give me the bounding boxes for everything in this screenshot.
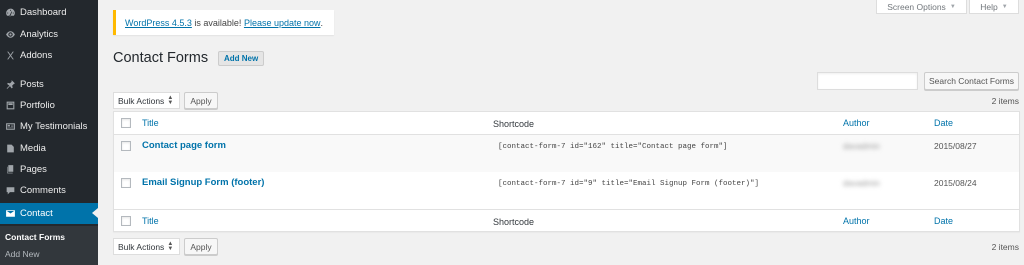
column-author[interactable]: Author — [843, 118, 870, 128]
select-arrows-icon: ▲ ▼ — [167, 94, 174, 106]
bulk-actions-value: Bulk Actions — [118, 95, 165, 106]
menu-label: Analytics — [20, 29, 59, 40]
menu-label: My Testimonials — [20, 121, 88, 132]
item-count-bottom: 2 items — [991, 242, 1019, 252]
table-header-row: Title Shortcode Author Date — [114, 112, 1019, 135]
notice-text: is available! — [194, 17, 242, 28]
row-checkbox[interactable] — [121, 141, 131, 151]
admin-sidebar: Dashboard Analytics Addons Posts Portfol… — [0, 0, 98, 265]
screen-options-tab[interactable]: Screen Options ▼ — [876, 0, 967, 14]
menu-item-pages[interactable]: Pages — [0, 159, 98, 180]
select-arrows-icon: ▲ ▼ — [167, 240, 174, 252]
notice-suffix: . — [320, 17, 324, 28]
help-tab[interactable]: Help ▼ — [969, 0, 1019, 14]
column-shortcode-footer: Shortcode — [493, 217, 535, 227]
update-notice: WordPress 4.5.3 is available! Please upd… — [113, 10, 334, 35]
pages-icon — [0, 164, 20, 175]
menu-item-analytics[interactable]: Analytics — [0, 24, 98, 45]
author-name[interactable]: davadmin — [843, 141, 880, 151]
row-date: 2015/08/27 — [934, 141, 977, 151]
select-all-checkbox[interactable] — [121, 118, 131, 128]
comments-icon — [0, 185, 20, 196]
apply-button-bottom[interactable]: Apply — [184, 238, 218, 255]
table-footer-row: Title Shortcode Author Date — [114, 209, 1019, 232]
form-title-link[interactable]: Contact page form — [142, 140, 226, 151]
portfolio-icon — [0, 100, 20, 111]
pin-icon — [0, 79, 20, 90]
update-now-link[interactable]: Please update now — [244, 18, 321, 28]
mail-icon — [0, 208, 20, 219]
column-date[interactable]: Date — [934, 118, 953, 128]
menu-label: Dashboard — [20, 7, 67, 18]
menu-label: Portfolio — [20, 100, 55, 111]
testimonials-icon — [0, 121, 20, 132]
addons-icon — [0, 50, 20, 61]
wordpress-version-link[interactable]: WordPress 4.5.3 — [125, 18, 192, 28]
select-all-checkbox-footer[interactable] — [121, 216, 131, 226]
submenu-contact-forms[interactable]: Contact Forms — [5, 232, 65, 242]
contact-forms-table: Title Shortcode Author Date Contact page… — [113, 111, 1020, 232]
table-row: Email Signup Form (footer) [contact-form… — [114, 172, 1019, 209]
menu-item-contact[interactable]: Contact — [0, 203, 98, 224]
dashboard-icon — [0, 7, 20, 18]
apply-button-top[interactable]: Apply — [184, 92, 218, 109]
page-title: Contact Forms — [113, 50, 209, 66]
author-name[interactable]: davadmin — [843, 178, 880, 188]
caret-down-icon: ▼ — [949, 3, 956, 10]
menu-label: Addons — [20, 50, 53, 61]
search-contact-forms-button[interactable]: Search Contact Forms — [924, 72, 1019, 90]
menu-label: Contact — [20, 208, 53, 219]
search-input[interactable] — [817, 72, 918, 90]
bulk-actions-select-bottom[interactable]: Bulk Actions ▲ ▼ — [113, 238, 180, 255]
menu-item-my-testimonials[interactable]: My Testimonials — [0, 116, 98, 137]
add-new-button[interactable]: Add New — [218, 51, 265, 66]
contact-submenu: Contact Forms Add New — [0, 226, 98, 265]
menu-label: Posts — [20, 79, 44, 90]
column-shortcode: Shortcode — [493, 119, 535, 129]
help-label: Help — [980, 1, 998, 12]
menu-item-comments[interactable]: Comments — [0, 180, 98, 201]
row-date: 2015/08/24 — [934, 178, 977, 188]
column-title[interactable]: Title — [142, 118, 159, 128]
menu-label: Pages — [20, 164, 47, 175]
menu-item-portfolio[interactable]: Portfolio — [0, 95, 98, 116]
menu-item-posts[interactable]: Posts — [0, 74, 98, 95]
table-row: Contact page form [contact-form-7 id="16… — [114, 135, 1019, 172]
menu-label: Comments — [20, 185, 66, 196]
column-title-footer[interactable]: Title — [142, 216, 159, 226]
menu-item-media[interactable]: Media — [0, 138, 98, 159]
column-date-footer[interactable]: Date — [934, 216, 953, 226]
media-icon — [0, 143, 20, 154]
submenu-add-new[interactable]: Add New — [5, 249, 40, 259]
analytics-icon — [0, 29, 20, 40]
item-count-top: 2 items — [991, 96, 1019, 106]
caret-down-icon: ▼ — [1001, 3, 1008, 10]
row-checkbox[interactable] — [121, 178, 131, 188]
column-author-footer[interactable]: Author — [843, 216, 870, 226]
menu-item-addons[interactable]: Addons — [0, 45, 98, 66]
shortcode-text[interactable]: [contact-form-7 id="162" title="Contact … — [498, 143, 728, 151]
menu-label: Media — [20, 143, 46, 154]
shortcode-text[interactable]: [contact-form-7 id="9" title="Email Sign… — [498, 180, 759, 188]
bulk-actions-value: Bulk Actions — [118, 241, 165, 252]
bulk-actions-select-top[interactable]: Bulk Actions ▲ ▼ — [113, 92, 180, 109]
screen-options-label: Screen Options — [887, 1, 946, 12]
form-title-link[interactable]: Email Signup Form (footer) — [142, 177, 264, 188]
menu-item-dashboard[interactable]: Dashboard — [0, 2, 98, 23]
